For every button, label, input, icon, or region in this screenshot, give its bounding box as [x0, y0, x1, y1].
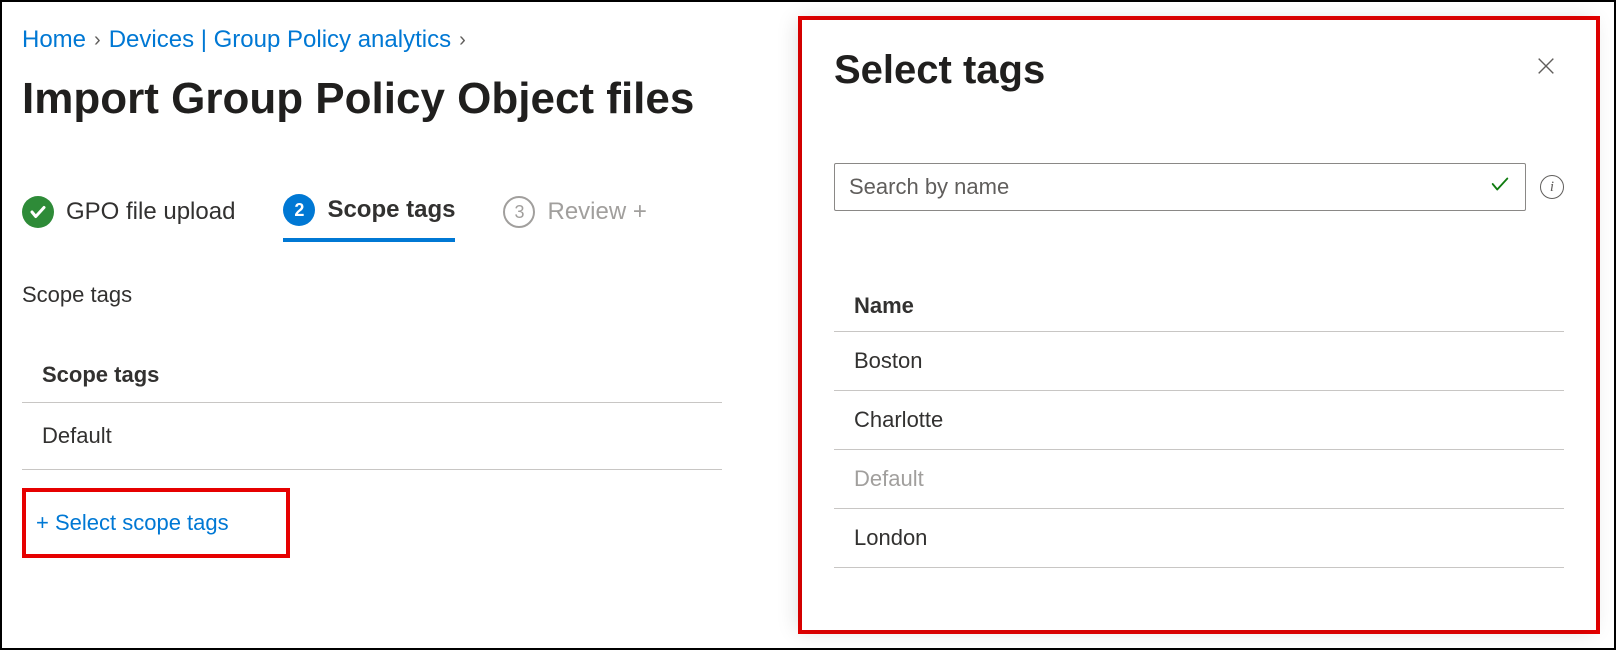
close-button[interactable] [1528, 48, 1564, 84]
info-icon[interactable]: i [1540, 175, 1564, 199]
breadcrumb-devices[interactable]: Devices | Group Policy analytics [109, 26, 451, 54]
scope-tags-table-header: Scope tags [22, 348, 722, 403]
flyout-highlight: Select tags i Name Boston Charlotte Defa… [798, 16, 1600, 634]
tag-row[interactable]: London [834, 509, 1564, 568]
step-number-badge: 3 [503, 196, 535, 228]
breadcrumb-home[interactable]: Home [22, 26, 86, 54]
breadcrumb: Home › Devices | Group Policy analytics … [22, 26, 722, 54]
wizard-steps: GPO file upload 2 Scope tags 3 Review + [22, 194, 722, 242]
step-scope-tags[interactable]: 2 Scope tags [283, 194, 455, 242]
checkmark-icon [1489, 173, 1511, 202]
chevron-right-icon: › [459, 29, 466, 52]
select-scope-tags-button[interactable]: + Select scope tags [36, 510, 229, 536]
step-number-badge: 2 [283, 194, 315, 226]
tag-row[interactable]: Boston [834, 332, 1564, 391]
section-label-scope-tags: Scope tags [22, 282, 722, 308]
flyout-title: Select tags [834, 48, 1045, 93]
chevron-right-icon: › [94, 29, 101, 52]
tag-row[interactable]: Charlotte [834, 391, 1564, 450]
step-gpo-upload[interactable]: GPO file upload [22, 196, 235, 240]
highlight-box: + Select scope tags [22, 488, 290, 558]
main-content: Home › Devices | Group Policy analytics … [2, 2, 742, 648]
search-box[interactable] [834, 163, 1526, 211]
step-review[interactable]: 3 Review + [503, 196, 646, 240]
step-label: GPO file upload [66, 198, 235, 226]
tag-row: Default [834, 450, 1564, 509]
step-label: Scope tags [327, 196, 455, 224]
tags-list-header: Name [834, 281, 1564, 332]
search-input[interactable] [849, 174, 1489, 200]
checkmark-icon [22, 196, 54, 228]
select-tags-flyout: Select tags i Name Boston Charlotte Defa… [802, 20, 1596, 630]
scope-tags-table-row: Default [22, 403, 722, 470]
step-label: Review + [547, 198, 646, 226]
page-title: Import Group Policy Object files [22, 74, 722, 124]
